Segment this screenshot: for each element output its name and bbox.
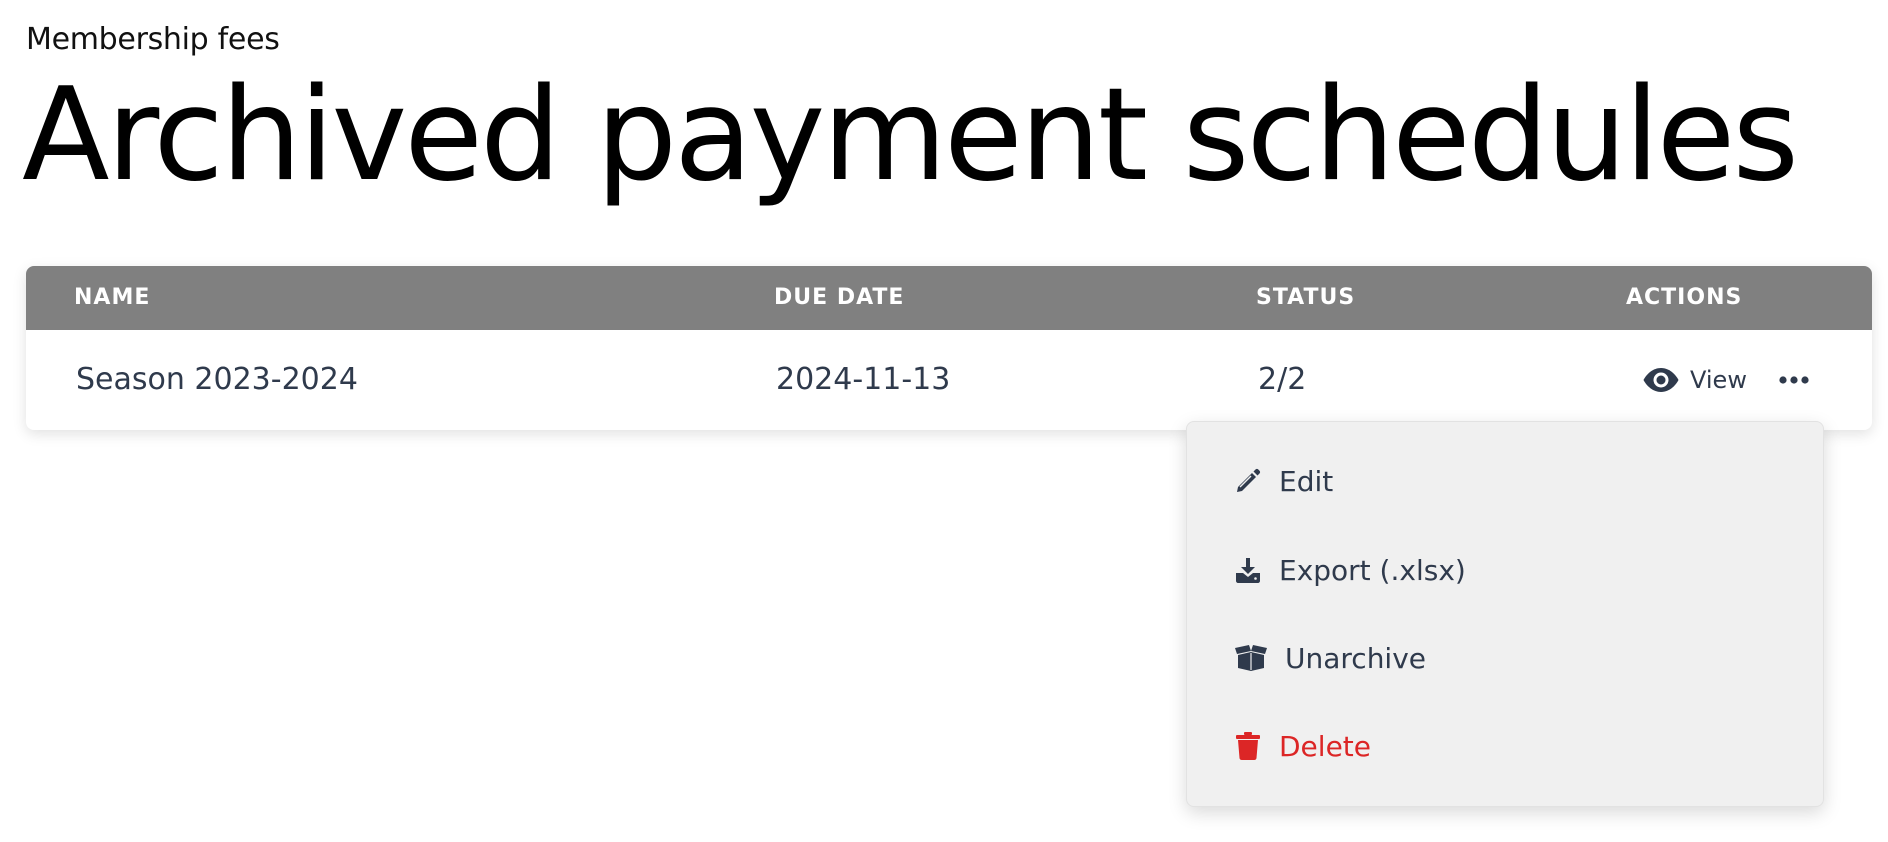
menu-item-unarchive-label: Unarchive (1285, 641, 1427, 675)
menu-item-edit-label: Edit (1279, 464, 1334, 498)
actions-dropdown-menu: Edit Export (.xlsx) Unarchive Delete (1186, 421, 1824, 807)
menu-item-export[interactable]: Export (.xlsx) (1233, 540, 1466, 600)
trash-icon (1233, 731, 1263, 761)
eye-icon (1642, 365, 1680, 395)
menu-item-delete-label: Delete (1279, 729, 1371, 763)
page-title: Archived payment schedules (22, 61, 1799, 210)
view-button-label: View (1690, 366, 1747, 394)
menu-item-delete[interactable]: Delete (1233, 716, 1371, 776)
table-row: Season 2023-2024 2024-11-13 2/2 View (26, 330, 1872, 430)
column-header-name[interactable]: NAME (74, 266, 150, 330)
column-header-due-date[interactable]: DUE DATE (774, 266, 904, 330)
row-status: 2/2 (1258, 362, 1307, 397)
more-actions-button[interactable] (1774, 362, 1814, 398)
row-name: Season 2023-2024 (76, 362, 358, 397)
download-icon (1233, 555, 1263, 585)
pencil-icon (1233, 466, 1263, 496)
breadcrumb-section: Membership fees (26, 22, 280, 57)
view-button[interactable]: View (1642, 330, 1747, 430)
schedules-table: NAME DUE DATE STATUS ACTIONS Season 2023… (26, 266, 1872, 430)
row-due-date: 2024-11-13 (776, 362, 951, 397)
box-open-icon (1233, 643, 1269, 673)
ellipsis-icon (1779, 376, 1809, 384)
column-header-status[interactable]: STATUS (1256, 266, 1355, 330)
column-header-actions: ACTIONS (1626, 285, 1743, 310)
menu-item-edit[interactable]: Edit (1233, 451, 1333, 511)
table-header: NAME DUE DATE STATUS ACTIONS (26, 266, 1872, 330)
page: Membership fees Archived payment schedul… (0, 0, 1888, 842)
menu-item-unarchive[interactable]: Unarchive (1233, 628, 1426, 688)
menu-item-export-label: Export (.xlsx) (1279, 553, 1466, 587)
